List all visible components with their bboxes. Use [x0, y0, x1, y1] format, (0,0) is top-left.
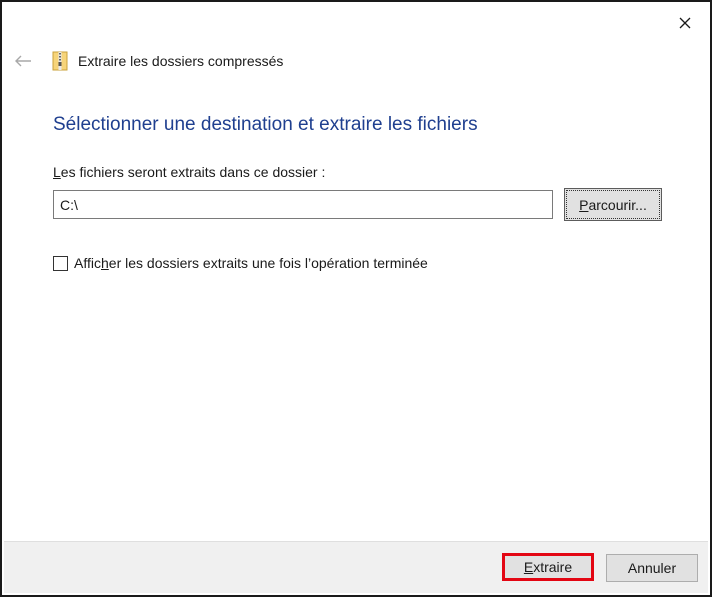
show-folders-label-before: Affic: [74, 255, 101, 271]
close-icon: [679, 17, 691, 29]
destination-label: Les fichiers seront extraits dans ce dos…: [53, 164, 325, 180]
show-folders-mnemonic: h: [100, 255, 109, 271]
cancel-button[interactable]: Annuler: [606, 554, 698, 582]
extract-dialog: Extraire les dossiers compressés Sélecti…: [0, 0, 712, 597]
back-arrow-icon: [15, 55, 31, 67]
extract-label: xtraire: [533, 559, 573, 575]
dialog-footer: Extraire Annuler: [4, 541, 708, 593]
browse-button-focus: Parcourir...: [566, 190, 660, 219]
show-folders-label-after: er les dossiers extraits une fois l’opér…: [108, 255, 428, 271]
page-heading: Sélectionner une destination et extraire…: [53, 114, 478, 135]
show-folders-label[interactable]: Afficher les dossiers extraits une fois …: [74, 255, 428, 271]
show-folders-checkbox[interactable]: [53, 255, 68, 271]
destination-input[interactable]: [53, 190, 553, 219]
close-button[interactable]: [670, 10, 700, 36]
zip-folder-icon: [52, 51, 68, 71]
destination-label-mnemonic: L: [53, 164, 61, 180]
show-folders-option: Afficher les dossiers extraits une fois …: [53, 254, 428, 272]
extract-button[interactable]: Extraire: [502, 553, 594, 581]
browse-mnemonic: P: [579, 196, 589, 213]
back-button[interactable]: [12, 50, 34, 72]
destination-label-text: es fichiers seront extraits dans ce doss…: [60, 164, 326, 180]
dialog-title: Extraire les dossiers compressés: [78, 53, 284, 69]
dialog-header: Extraire les dossiers compressés: [52, 50, 283, 72]
browse-button[interactable]: Parcourir...: [564, 188, 662, 221]
extract-mnemonic: E: [523, 559, 534, 575]
browse-label: arcourir...: [588, 196, 647, 213]
